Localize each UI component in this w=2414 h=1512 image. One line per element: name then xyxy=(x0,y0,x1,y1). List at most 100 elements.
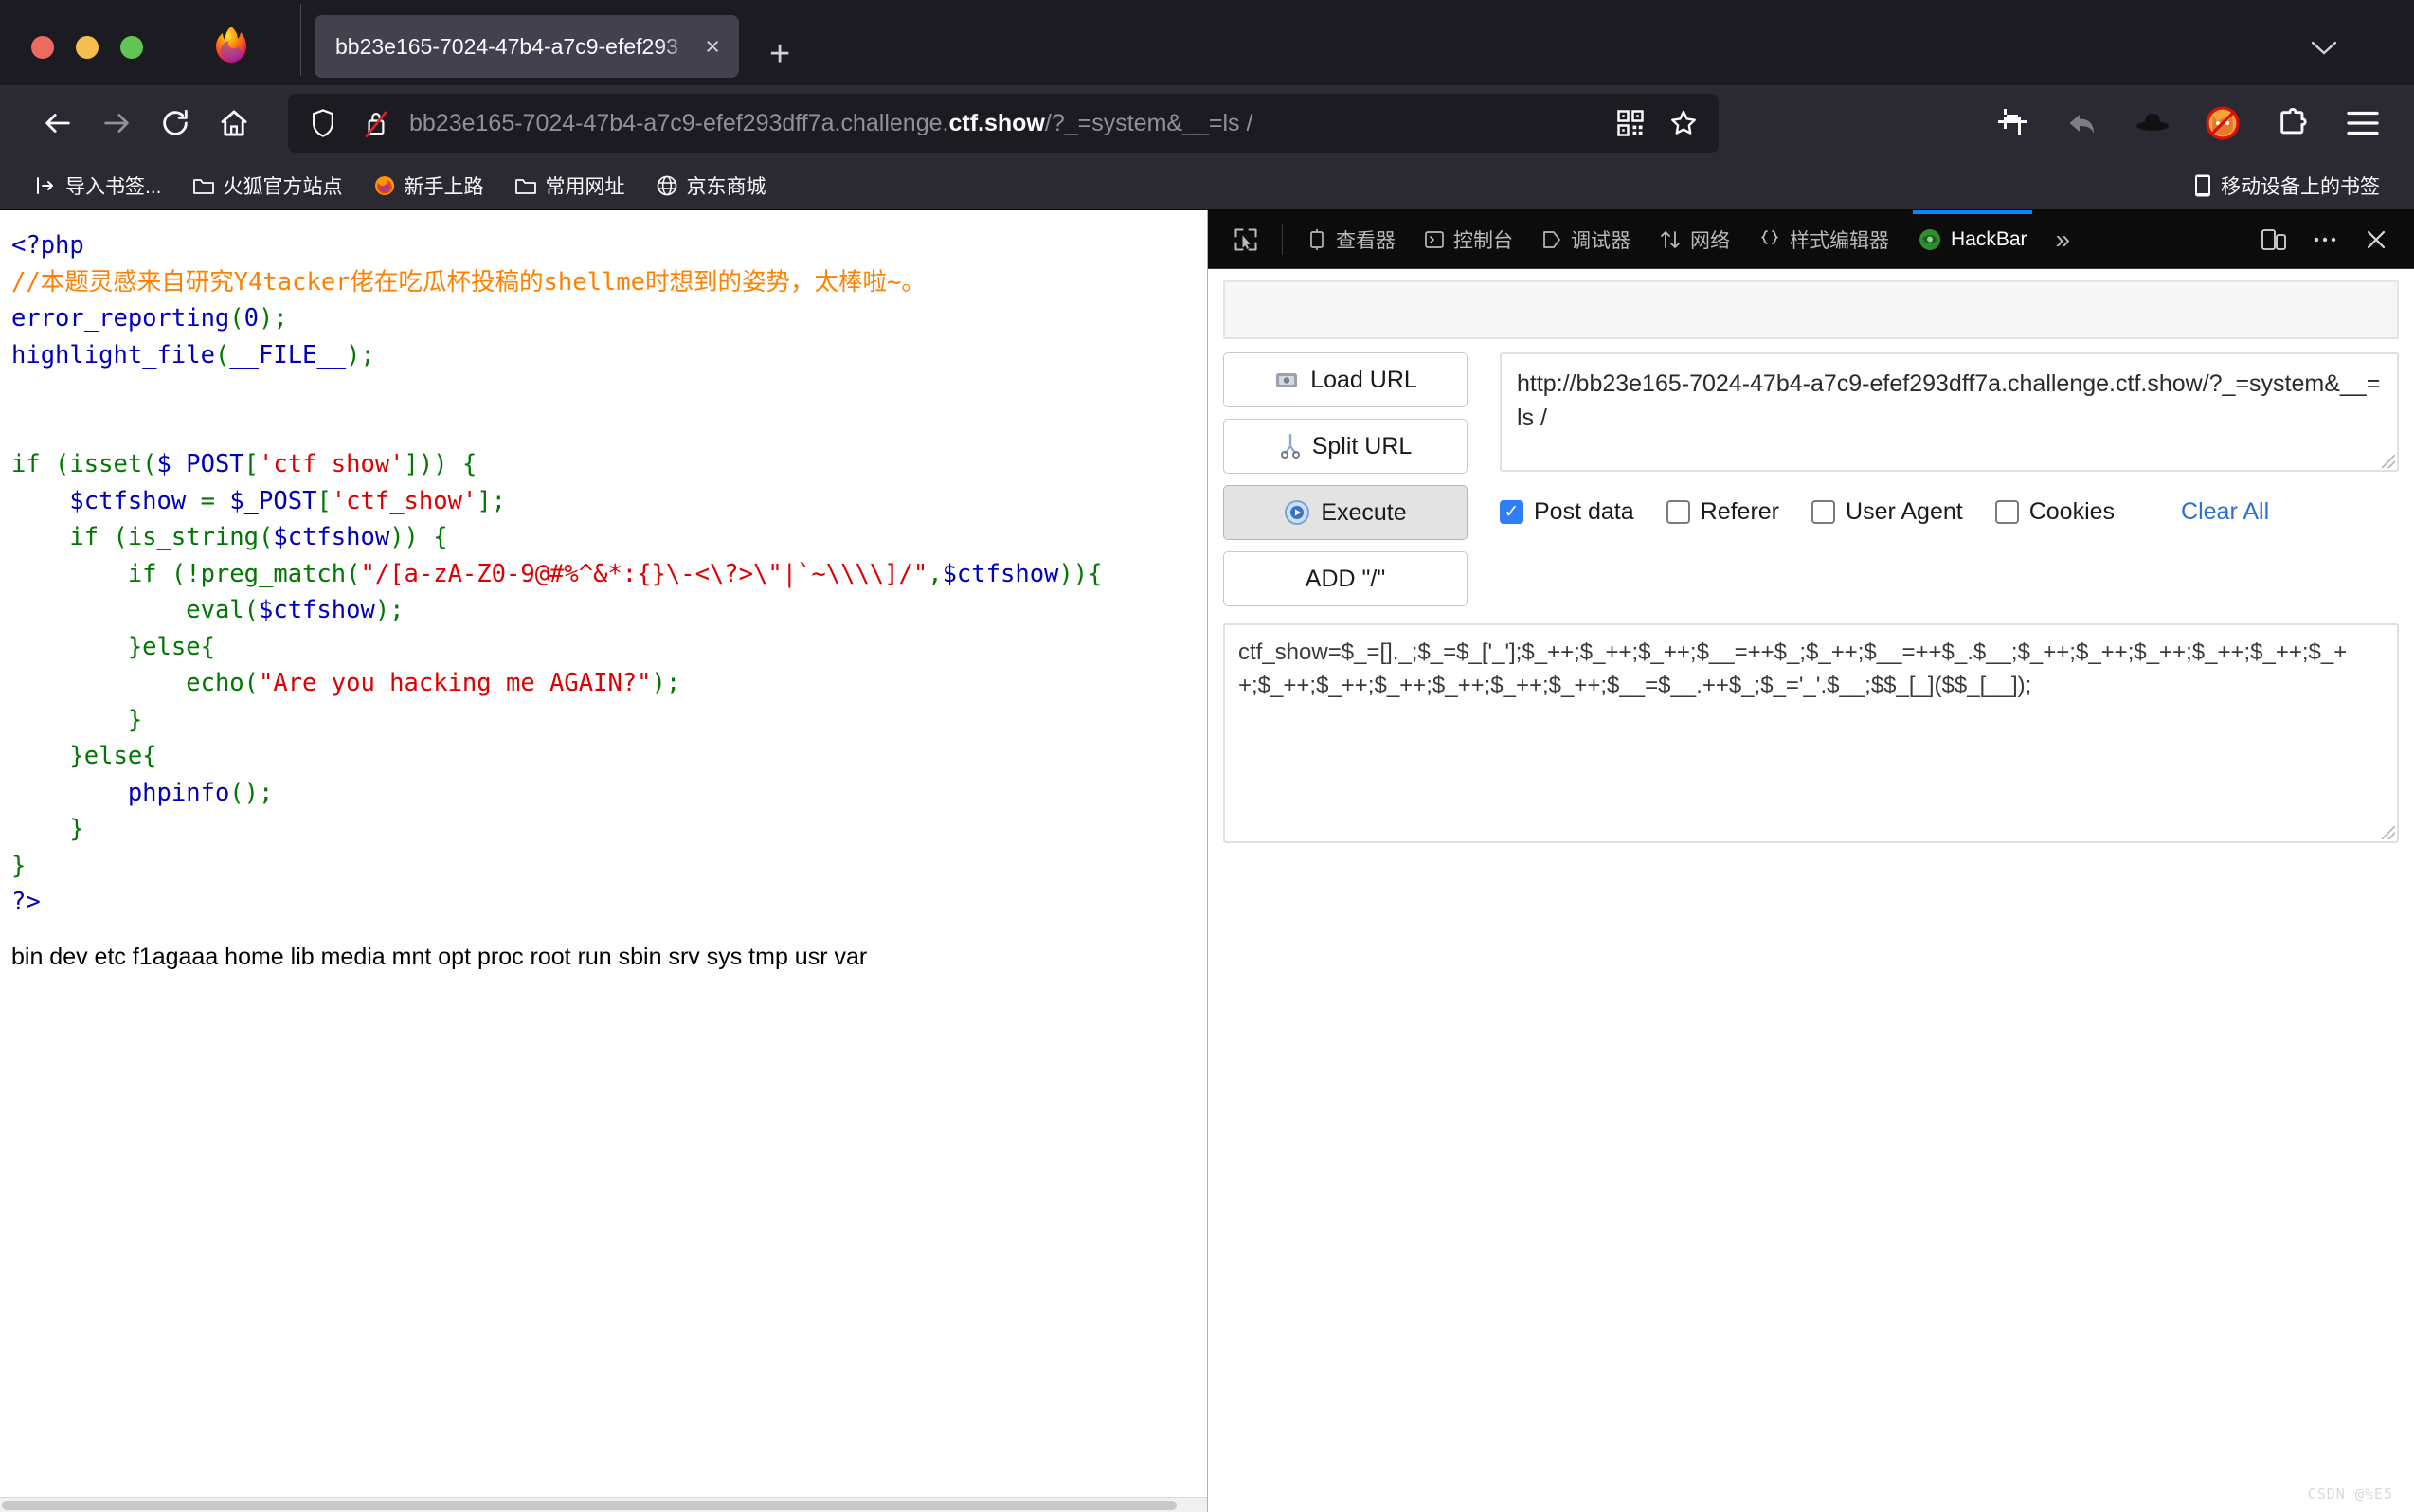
option-label: Referer xyxy=(1700,498,1780,525)
close-tab-button[interactable]: × xyxy=(701,33,724,60)
code-line: if (!preg_match("/[a-zA-Z0-9@#%^&*:{}\-<… xyxy=(11,556,1198,593)
code-token: __FILE__ xyxy=(229,340,347,369)
tab-inspector[interactable]: 查看器 xyxy=(1292,210,1410,268)
clear-all-link[interactable]: Clear All xyxy=(2181,498,2269,526)
undo-arrow-icon[interactable] xyxy=(2060,100,2105,146)
tab-label: 调试器 xyxy=(1571,229,1630,252)
load-url-button[interactable]: Load URL xyxy=(1223,352,1468,407)
style-editor-icon xyxy=(1760,229,1779,244)
execute-button[interactable]: Execute xyxy=(1223,485,1468,540)
code-token: ?> xyxy=(11,888,41,916)
page-horizontal-scrollbar[interactable] xyxy=(0,1497,1207,1512)
bookmark-mobile-bookmarks[interactable]: 移动设备上的书签 xyxy=(2182,167,2391,205)
hackbar-url-input[interactable]: http://bb23e165-7024-47b4-a7c9-efef293df… xyxy=(1500,352,2399,472)
load-url-icon xyxy=(1276,373,1298,387)
tab-label: 控制台 xyxy=(1453,229,1513,252)
black-hat-icon[interactable] xyxy=(2130,100,2175,146)
checkbox-cookies[interactable] xyxy=(1994,500,2019,524)
tab-hackbar[interactable]: HackBar xyxy=(1903,210,2042,268)
option-referer[interactable]: Referer xyxy=(1666,498,1779,526)
back-button[interactable] xyxy=(28,94,87,153)
code-token: ( xyxy=(214,340,230,369)
code-line: //本题灵感来自研究Y4tacker佬在吃瓜杯投稿的shellme时想到的姿势，… xyxy=(11,264,1198,301)
bookmark-firefox-official[interactable]: 火狐官方站点 xyxy=(181,167,354,205)
app-menu-icon[interactable] xyxy=(2340,100,2386,146)
code-token: )) { xyxy=(389,523,448,551)
element-picker-icon[interactable] xyxy=(1219,210,1272,268)
console-icon xyxy=(1425,230,1444,248)
bookmark-import[interactable]: 导入书签... xyxy=(23,167,173,205)
bookmark-getting-started[interactable]: 新手上路 xyxy=(362,167,495,205)
url-text[interactable]: bb23e165-7024-47b4-a7c9-efef293dff7a.cha… xyxy=(409,110,1597,137)
bookmark-label: 京东商城 xyxy=(686,175,766,198)
close-window-button[interactable] xyxy=(31,36,54,59)
option-user-agent[interactable]: User Agent xyxy=(1811,498,1963,526)
tab-network[interactable]: 网络 xyxy=(1645,210,1744,268)
resize-grip-icon[interactable] xyxy=(2382,826,2395,839)
code-token: }else{ xyxy=(11,632,215,661)
add-slash-button[interactable]: ADD "/" xyxy=(1223,551,1468,606)
split-url-button[interactable]: Split URL xyxy=(1223,419,1468,474)
code-line: }else{ xyxy=(11,738,1198,775)
resize-grip-icon[interactable] xyxy=(2382,455,2395,468)
checkbox-user-agent[interactable] xyxy=(1811,500,1836,524)
option-post-data[interactable]: ✓ Post data xyxy=(1500,498,1634,526)
code-token: $ctfshow xyxy=(69,486,187,515)
checkbox-referer[interactable] xyxy=(1666,500,1690,524)
code-token: }else{ xyxy=(11,742,157,770)
code-line: if (is_string($ctfshow)) { xyxy=(11,519,1198,556)
new-tab-button[interactable]: + xyxy=(769,36,790,72)
code-token: ); xyxy=(259,304,288,333)
bookmark-common-sites[interactable]: 常用网址 xyxy=(503,167,637,205)
firefox-icon xyxy=(374,175,394,195)
devtools-options-icon[interactable] xyxy=(2302,217,2348,262)
list-all-tabs-icon[interactable] xyxy=(2310,36,2338,63)
button-label: Load URL xyxy=(1310,366,1417,393)
browser-tab[interactable]: bb23e165-7024-47b4-a7c9-efef293 × xyxy=(315,15,739,78)
extensions-puzzle-icon[interactable] xyxy=(2270,100,2315,146)
tab-label: 网络 xyxy=(1690,229,1730,252)
star-icon[interactable] xyxy=(1664,103,1703,143)
close-devtools-icon[interactable] xyxy=(2353,217,2399,262)
checkbox-post-data[interactable]: ✓ xyxy=(1500,500,1523,524)
code-token: ( xyxy=(229,304,244,333)
maximize-window-button[interactable] xyxy=(120,36,143,59)
hackbar-icon xyxy=(1919,228,1940,250)
screenshot-crop-icon[interactable] xyxy=(1990,100,2035,146)
tab-style-editor[interactable]: 样式编辑器 xyxy=(1744,210,1903,268)
hackbar-post-data-input[interactable]: ctf_show=$_=[]._;$_=$_['_'];$_++;$_++;$_… xyxy=(1223,623,2399,843)
code-token: 'ctf_show' xyxy=(259,450,405,478)
button-label: Execute xyxy=(1321,498,1407,526)
fox-blocked-icon[interactable] xyxy=(2200,100,2245,146)
minimize-window-button[interactable] xyxy=(76,36,99,59)
bookmark-label: 导入书签... xyxy=(65,175,162,198)
code-token: } xyxy=(11,815,84,843)
bookmark-jd-mall[interactable]: 京东商城 xyxy=(644,167,778,205)
devtools-panel: 查看器 控制台 调试器 网络 样式编辑器 HackBar » Load URL … xyxy=(1208,210,2414,1512)
code-token: )){ xyxy=(1058,559,1103,588)
tab-console[interactable]: 控制台 xyxy=(1410,210,1527,268)
insecure-lock-icon[interactable] xyxy=(356,103,396,143)
code-token: $ctfshow xyxy=(273,523,390,551)
tab-debugger[interactable]: 调试器 xyxy=(1527,210,1645,268)
option-label: Post data xyxy=(1534,498,1634,525)
tab-separator xyxy=(300,4,301,76)
code-token: $ctfshow xyxy=(942,559,1059,588)
devtools-overflow-button[interactable]: » xyxy=(2042,210,2085,268)
button-label: ADD "/" xyxy=(1305,565,1386,592)
code-line: if (isset($_POST['ctf_show'])) { xyxy=(11,446,1198,483)
shield-icon[interactable] xyxy=(303,103,343,143)
globe-icon xyxy=(657,175,676,195)
option-label: Cookies xyxy=(2028,498,2116,525)
qr-code-icon[interactable] xyxy=(1611,103,1650,143)
url-path-query: /?_=system&__=ls / xyxy=(1044,109,1253,136)
home-button[interactable] xyxy=(205,94,263,153)
forward-button[interactable] xyxy=(87,94,146,153)
reload-button[interactable] xyxy=(146,94,205,153)
option-cookies[interactable]: Cookies xyxy=(1994,498,2116,526)
address-bar[interactable]: bb23e165-7024-47b4-a7c9-efef293dff7a.cha… xyxy=(288,94,1719,153)
responsive-design-mode-icon[interactable] xyxy=(2251,217,2297,262)
folder-icon xyxy=(192,178,214,194)
window-controls[interactable] xyxy=(0,36,143,85)
code-token: ); xyxy=(651,669,681,697)
